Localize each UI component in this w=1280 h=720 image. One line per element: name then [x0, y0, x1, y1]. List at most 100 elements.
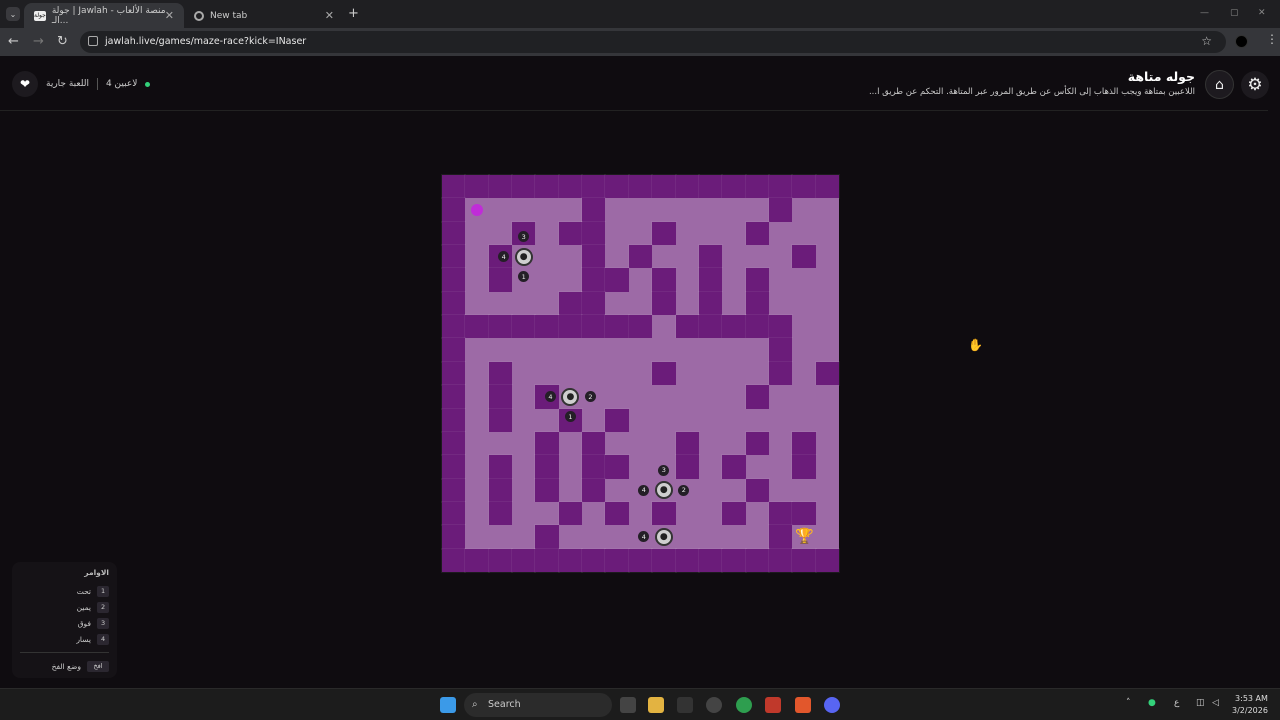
- discord-icon[interactable]: [824, 697, 840, 713]
- maze-path: [465, 385, 489, 409]
- maze-wall: [440, 430, 467, 457]
- volume-icon[interactable]: ◁: [1212, 698, 1219, 708]
- maze-wall: [440, 407, 467, 433]
- maze-path: [745, 245, 769, 269]
- maze-path: [605, 221, 629, 246]
- command-label: يسار: [76, 634, 91, 644]
- maze-wall: [487, 267, 514, 293]
- browser-menu-icon[interactable]: ⋮: [1266, 32, 1278, 46]
- close-window-icon[interactable]: ✕: [1258, 8, 1266, 18]
- brave-icon[interactable]: [795, 697, 811, 713]
- maze-board: ● 3 4 1 ● 4 2 1 ● 3 4 2 ● 4 🏆: [440, 173, 840, 573]
- chrome-icon[interactable]: [736, 697, 752, 713]
- profile-avatar[interactable]: [1235, 35, 1248, 48]
- maze-wall: [534, 430, 560, 457]
- maze-wall: [534, 547, 560, 573]
- maze-path: [745, 501, 769, 526]
- task-view-icon[interactable]: [620, 697, 636, 713]
- close-tab-icon[interactable]: ✕: [325, 9, 334, 22]
- back-icon[interactable]: ←: [8, 34, 19, 49]
- maze-wall: [627, 314, 654, 340]
- maze-wall: [604, 314, 630, 340]
- maze-wall: [744, 173, 770, 200]
- maze-wall: [767, 173, 794, 200]
- command-key: 2: [97, 601, 109, 613]
- maze-path: [792, 315, 816, 339]
- tab-title: جولة | Jawlah - منصة الألعاب الـ...: [51, 5, 166, 26]
- maze-path: [815, 291, 839, 316]
- maze-path: [792, 268, 816, 292]
- maze-path: [652, 315, 676, 339]
- restore-icon[interactable]: ▢: [1230, 8, 1239, 18]
- maze-wall: [767, 314, 794, 340]
- new-tab-button[interactable]: +: [348, 6, 359, 21]
- maze-path: [605, 338, 629, 362]
- maze-path: [465, 455, 489, 479]
- game-page: ⚙ ⌂ جوله متاهة اللاعبين بمتاهة ويجب الذه…: [0, 56, 1269, 688]
- app-icon[interactable]: [677, 697, 693, 713]
- forward-icon[interactable]: →: [33, 34, 44, 49]
- bookmark-star-icon[interactable]: ☆: [1201, 34, 1212, 48]
- maze-wall: [767, 524, 794, 550]
- maze-path: [815, 198, 839, 222]
- maze-path: [605, 291, 629, 316]
- home-button[interactable]: ⌂: [1205, 70, 1234, 99]
- chat-icon[interactable]: ❤: [12, 71, 38, 97]
- maze-wall: [440, 500, 467, 527]
- maze-path: [745, 525, 769, 549]
- maze-path: [675, 408, 699, 432]
- settings-gear-icon[interactable]: ⚙: [1241, 71, 1269, 99]
- maze-wall: [767, 547, 794, 573]
- maze-wall: [440, 547, 467, 573]
- maze-wall: [767, 197, 794, 223]
- maze-path: [722, 525, 746, 549]
- maze-path: [792, 291, 816, 316]
- maze-path: [652, 385, 676, 409]
- maze-wall: [744, 430, 770, 457]
- command-label: فوق: [77, 618, 91, 628]
- maze-path: [628, 361, 653, 386]
- maze-wall: [791, 430, 817, 457]
- divider: [20, 652, 109, 653]
- tab-search-dropdown[interactable]: ⌄: [6, 7, 20, 21]
- maze-path: [768, 478, 793, 502]
- language-indicator[interactable]: ع: [1174, 698, 1179, 708]
- address-bar[interactable]: jawlah.live/games/maze-race?kick=INaser …: [80, 31, 1226, 53]
- tab-new-tab[interactable]: New tab ✕: [184, 3, 344, 28]
- online-dot: [145, 81, 151, 87]
- maze-wall: [651, 500, 677, 527]
- maze-wall: [440, 173, 467, 200]
- maze-wall: [440, 360, 467, 387]
- site-info-icon[interactable]: [88, 36, 98, 46]
- clock-date: 3/2/2026: [1232, 706, 1268, 715]
- maze-wall: [674, 430, 700, 457]
- app-icon[interactable]: [706, 697, 722, 713]
- maze-path: [582, 338, 606, 362]
- maze-path: [488, 291, 513, 316]
- taskbar-clock[interactable]: 3:53 AM 3/2/2026: [1232, 693, 1268, 717]
- players-count: 4 لاعبين: [105, 79, 138, 89]
- maze-path: [488, 525, 513, 549]
- maze-wall: [581, 197, 607, 223]
- url-text[interactable]: jawlah.live/games/maze-race?kick=INaser: [105, 36, 306, 47]
- tab-jawlah[interactable]: جولة جولة | Jawlah - منصة الألعاب الـ...…: [24, 3, 184, 28]
- maze-path: [558, 455, 583, 479]
- maze-path: [675, 385, 699, 409]
- windows-start-icon[interactable]: [440, 697, 456, 713]
- maze-path: [815, 501, 839, 526]
- maze-wall: [487, 384, 514, 410]
- wifi-icon[interactable]: ◫: [1196, 698, 1205, 708]
- microphone-icon[interactable]: ●: [1148, 698, 1156, 708]
- maze-wall: [581, 314, 607, 340]
- maze-path: [535, 501, 559, 526]
- reload-icon[interactable]: ↻: [57, 34, 68, 49]
- close-tab-icon[interactable]: ✕: [165, 9, 174, 22]
- maze-path: [465, 408, 489, 432]
- maze-wall: [791, 173, 817, 200]
- maze-wall: [721, 454, 747, 480]
- taskbar-search[interactable]: ⌕ Search: [464, 693, 612, 717]
- chevron-up-icon[interactable]: ˄: [1126, 698, 1131, 708]
- app-icon[interactable]: [765, 697, 781, 713]
- file-explorer-icon[interactable]: [648, 697, 664, 713]
- minimize-icon[interactable]: —: [1200, 8, 1209, 18]
